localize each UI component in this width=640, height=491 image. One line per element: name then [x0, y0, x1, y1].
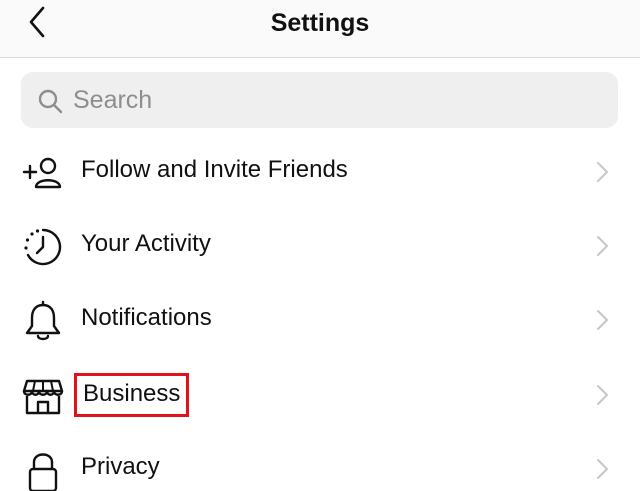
- chevron-right-icon: [597, 236, 608, 256]
- menu-item-notifications[interactable]: Notifications: [0, 281, 640, 355]
- storefront-icon: [22, 379, 64, 415]
- menu-item-label: Follow and Invite Friends: [81, 156, 348, 183]
- page-title: Settings: [270, 9, 370, 37]
- menu-item-label: Business: [74, 373, 190, 417]
- menu-item-label: Privacy: [81, 453, 160, 480]
- search-box[interactable]: [21, 72, 618, 128]
- add-person-icon: [22, 157, 62, 189]
- search-icon: [38, 89, 63, 114]
- chevron-right-icon: [597, 459, 608, 479]
- chevron-right-icon: [597, 310, 608, 330]
- chevron-right-icon: [597, 162, 608, 182]
- bell-icon: [25, 300, 61, 341]
- menu-item-label: Your Activity: [81, 230, 211, 257]
- header-bar: Settings: [0, 0, 640, 58]
- menu-item-your-activity[interactable]: Your Activity: [0, 207, 640, 281]
- menu-item-business[interactable]: Business: [0, 356, 640, 430]
- settings-screen: Settings Follow and Invite Friends: [0, 0, 640, 491]
- chevron-right-icon: [597, 385, 608, 405]
- menu-item-follow-invite[interactable]: Follow and Invite Friends: [0, 133, 640, 207]
- menu-item-privacy[interactable]: Privacy: [0, 430, 640, 491]
- menu-item-label: Notifications: [81, 304, 212, 331]
- search-input[interactable]: [73, 72, 603, 128]
- lock-icon: [28, 453, 58, 491]
- activity-clock-icon: [24, 228, 62, 266]
